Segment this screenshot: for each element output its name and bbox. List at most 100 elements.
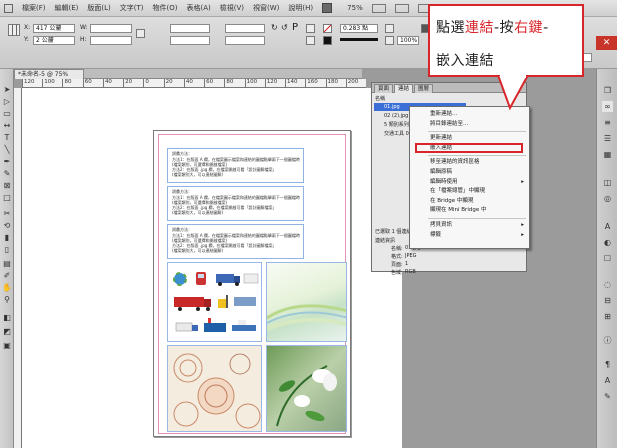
paragraph-styles-panel-icon[interactable]: ¶ xyxy=(602,359,613,370)
rotate-ccw-icon[interactable]: ↺ xyxy=(281,23,288,32)
app-logo-icon[interactable] xyxy=(4,3,13,13)
zoom-level[interactable]: 75% xyxy=(347,4,363,12)
context-menu-item[interactable]: 更新連結 xyxy=(410,134,529,143)
height-field[interactable] xyxy=(90,36,132,45)
image-frame-green-floral[interactable] xyxy=(266,345,347,432)
flip-vertical-icon[interactable] xyxy=(306,36,315,45)
text-wrap-icon[interactable] xyxy=(385,24,394,33)
rectangle-tool-icon[interactable]: □ xyxy=(2,193,12,203)
close-icon[interactable]: ✕ xyxy=(596,36,617,50)
context-menu-item[interactable]: 移至連結的資訊區格 xyxy=(410,158,529,167)
table-panel-icon[interactable]: ⊞ xyxy=(602,311,613,322)
reference-point-icon[interactable] xyxy=(8,24,20,36)
y-field[interactable]: 2 公釐 xyxy=(33,36,75,45)
note-tool-icon[interactable]: ▤ xyxy=(2,259,12,269)
free-transform-tool-icon[interactable]: ⟲ xyxy=(2,221,12,231)
gradient-panel-icon[interactable]: ◫ xyxy=(602,177,613,188)
context-menu-item[interactable]: 編輯時使用 ▸ xyxy=(410,178,529,187)
stroke-type-select[interactable] xyxy=(340,38,378,41)
swatches-panel-icon[interactable]: ▦ xyxy=(602,149,613,160)
menu-table[interactable]: 表格(A) xyxy=(187,3,211,13)
fill-swatch-icon[interactable] xyxy=(323,24,332,33)
scale-x-field[interactable] xyxy=(170,24,210,33)
screen-mode-icon[interactable] xyxy=(394,3,409,13)
text-frame-1[interactable]: 詞彙方法： 方法1：在版面 A 欄，在檔案圖示檔案和連結的圖檔點擊兩下一個圖檔時… xyxy=(167,148,304,183)
rotate-cw-icon[interactable]: ↻ xyxy=(271,23,278,32)
x-field[interactable]: 417 公釐 xyxy=(33,24,75,33)
pencil-tool-icon[interactable]: ✎ xyxy=(2,169,12,179)
context-menu-item[interactable]: 顯現在 Mini Bridge 中 xyxy=(410,206,529,215)
menu-view[interactable]: 檢視(V) xyxy=(220,3,244,13)
color-panel-icon[interactable]: ◐ xyxy=(602,237,613,248)
tab-layers[interactable]: 圖層 xyxy=(414,84,434,93)
rotate-field[interactable] xyxy=(225,24,265,33)
layers-panel-icon[interactable]: ≡ xyxy=(602,117,613,128)
pen-tool-icon[interactable]: ✒ xyxy=(2,157,12,167)
stroke-swatch-icon[interactable] xyxy=(323,36,332,45)
context-menu-item[interactable]: 重新連結... xyxy=(410,110,529,119)
gradient-feather-tool-icon[interactable]: ▯ xyxy=(2,245,12,255)
pages-panel-icon[interactable]: ❐ xyxy=(602,85,613,96)
text-frame-2[interactable]: 詞彙方法： 方法1：在版面 A 欄，在檔案圖示檔案和連結的圖檔點擊兩下一個圖檔時… xyxy=(167,186,304,221)
menu-type[interactable]: 文字(T) xyxy=(120,3,144,13)
direct-selection-tool-icon[interactable]: ▷ xyxy=(2,97,12,107)
character-panel-icon[interactable]: A xyxy=(602,221,613,232)
view-options-icon[interactable] xyxy=(371,3,386,13)
stroke-weight-field[interactable]: 0.283 點 xyxy=(340,24,378,33)
text-frame-3[interactable]: 詞彙方法： 方法1：在版面 A 欄，在檔案圖示檔案和連結的圖檔點擊兩下一個圖檔時… xyxy=(167,224,304,259)
eyedropper-tool-icon[interactable]: ✐ xyxy=(2,271,12,281)
line-tool-icon[interactable]: ╲ xyxy=(2,145,12,155)
image-frame-transport[interactable] xyxy=(167,262,262,342)
tab-pages[interactable]: 頁面 xyxy=(374,84,394,93)
page-tool-icon[interactable]: ▭ xyxy=(2,109,12,119)
flip-horizontal-icon[interactable] xyxy=(306,24,315,33)
rectangle-frame-tool-icon[interactable]: ⊠ xyxy=(2,181,12,191)
effects-panel-icon[interactable]: ◎ xyxy=(602,193,613,204)
fill-stroke-icon[interactable]: ◧ xyxy=(2,313,12,323)
hand-tool-icon[interactable]: ✋ xyxy=(2,283,12,293)
scissors-tool-icon[interactable]: ✂ xyxy=(2,209,12,219)
menu-window[interactable]: 視窗(W) xyxy=(253,3,279,13)
gradient-tool-icon[interactable]: ▮ xyxy=(2,233,12,243)
screen-mode-icon[interactable]: ▣ xyxy=(2,341,12,351)
type-tool-icon[interactable]: T xyxy=(2,133,12,143)
stroke-panel-icon[interactable]: ☰ xyxy=(602,133,613,144)
scale-percent-field[interactable]: 100% xyxy=(397,36,419,45)
context-menu-item[interactable]: 在 Bridge 中顯現 xyxy=(410,197,529,206)
context-menu-item[interactable]: 拷貝資訊 ▸ xyxy=(410,221,529,230)
tab-links[interactable]: 連結 xyxy=(394,84,414,93)
zoom-tool-icon[interactable]: ⚲ xyxy=(2,295,12,305)
bridge-icon[interactable] xyxy=(322,3,333,13)
effects-icon[interactable] xyxy=(385,36,394,45)
align-panel-icon[interactable]: ⊟ xyxy=(602,295,613,306)
text-wrap-panel-icon[interactable]: ◌ xyxy=(602,279,613,290)
vertical-ruler[interactable] xyxy=(14,88,22,448)
callout-pointer xyxy=(496,75,530,111)
document-tab[interactable]: *未命名-5 @ 75% xyxy=(14,69,84,79)
menu-edit[interactable]: 編輯(E) xyxy=(55,3,79,13)
object-styles-panel-icon[interactable]: ☐ xyxy=(602,253,613,264)
menu-layout[interactable]: 版面(L) xyxy=(87,3,110,13)
image-frame-floral[interactable] xyxy=(167,345,262,432)
shear-field[interactable] xyxy=(225,36,265,45)
constrain-proportions-icon[interactable] xyxy=(136,29,145,38)
links-panel-icon[interactable]: ∞ xyxy=(602,101,613,112)
context-menu-item[interactable]: 編輯原稿 xyxy=(410,168,529,177)
menu-file[interactable]: 檔案(F) xyxy=(22,3,46,13)
type-on-path-icon[interactable]: P xyxy=(292,22,298,33)
menu-object[interactable]: 物件(O) xyxy=(153,3,178,13)
character-styles-panel-icon[interactable]: A xyxy=(602,375,613,386)
script-panel-icon[interactable]: ✎ xyxy=(602,391,613,402)
image-frame-abstract[interactable] xyxy=(266,262,347,342)
info-panel-icon[interactable]: ⓘ xyxy=(602,335,613,346)
horizontal-ruler[interactable]: 120 100 80 60 40 20 0 20 40 60 80 100 120 140 160 180 20… xyxy=(22,79,366,88)
context-menu-item[interactable]: 標籤 ▸ xyxy=(410,231,529,240)
context-menu-item[interactable]: 在「檔案總管」中顯現 xyxy=(410,187,529,196)
menu-help[interactable]: 說明(H) xyxy=(288,3,313,13)
scale-y-field[interactable] xyxy=(170,36,210,45)
selection-tool-icon[interactable]: ➤ xyxy=(2,85,12,95)
context-menu-item[interactable]: 將目錄連結至... xyxy=(410,120,529,129)
swap-colors-icon[interactable]: ◩ xyxy=(2,327,12,337)
width-field[interactable] xyxy=(90,24,132,33)
gap-tool-icon[interactable]: ↔ xyxy=(2,121,12,131)
